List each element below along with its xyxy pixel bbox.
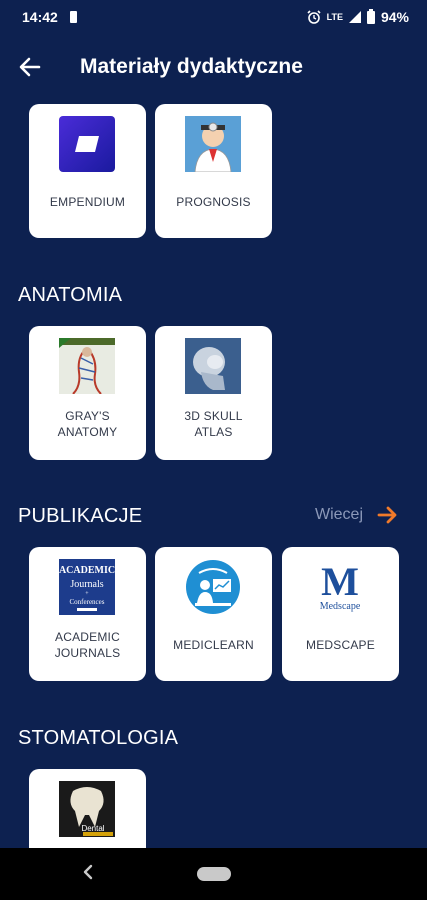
tile-label-line2: JOURNALS xyxy=(54,646,121,660)
medscape-logo-icon: M Medscape xyxy=(312,559,368,615)
tile-label: ACADEMIC JOURNALS xyxy=(33,629,142,661)
alarm-icon xyxy=(307,10,321,24)
back-button[interactable] xyxy=(0,39,60,95)
page-title: Materiały dydaktyczne xyxy=(80,55,303,78)
logo-text-conferences: Conferences xyxy=(70,598,105,606)
battery-percent: 94% xyxy=(380,9,409,25)
status-time: 14:42 xyxy=(22,9,58,25)
tile-3d-skull-atlas[interactable]: 3D SKULL ATLAS xyxy=(155,326,272,460)
nav-home-button[interactable] xyxy=(196,867,231,881)
tile-label: EMPENDIUM xyxy=(49,195,126,209)
network-label: LTE xyxy=(326,11,343,22)
logo-letter-m: M xyxy=(321,559,359,604)
more-link[interactable]: Wiecej xyxy=(315,506,397,524)
tile-dental[interactable]: Dental xyxy=(29,769,146,848)
empendium-logo-icon xyxy=(59,116,115,172)
tile-label-line1: 3D SKULL xyxy=(184,409,243,423)
section-title-anatomia: ANATOMIA xyxy=(18,284,123,306)
tile-label-line1: GRAY'S xyxy=(65,409,110,423)
prognosis-doctor-icon xyxy=(185,116,241,172)
battery-icon xyxy=(366,8,375,24)
tile-prognosis[interactable]: PROGNOSIS xyxy=(155,104,272,238)
mediclearn-logo-icon xyxy=(186,560,240,614)
tile-label-line1: ACADEMIC xyxy=(55,630,120,644)
dental-tooth-icon: Dental xyxy=(59,781,115,837)
status-bar: 14:42 LTE 94% xyxy=(0,0,427,34)
tile-label: MEDSCAPE xyxy=(306,638,375,652)
nav-back-icon[interactable] xyxy=(82,862,94,882)
tile-label: MEDICLEARN xyxy=(173,638,254,652)
arrow-left-icon xyxy=(19,57,41,77)
tile-label-line2: ANATOMY xyxy=(57,425,118,439)
logo-text-dental: Dental xyxy=(81,824,104,833)
logo-text-journals: Journals xyxy=(70,579,103,590)
tile-mediclearn[interactable]: MEDICLEARN xyxy=(155,547,272,681)
logo-text-medscape: Medscape xyxy=(320,601,361,612)
logo-text-academic: ACADEMIC xyxy=(59,565,115,576)
grays-anatomy-cover-icon xyxy=(59,338,115,394)
tile-grays-anatomy[interactable]: GRAY'S ANATOMY xyxy=(29,326,146,460)
toolbar: Materiały dydaktyczne xyxy=(0,34,427,100)
arrow-right-icon xyxy=(377,506,397,524)
tile-label: GRAY'S ANATOMY xyxy=(33,408,142,440)
tile-medscape[interactable]: M Medscape MEDSCAPE xyxy=(282,547,399,681)
tile-label: PROGNOSIS xyxy=(176,195,251,209)
tile-label-line2: ATLAS xyxy=(194,425,233,439)
more-label: Wiecej xyxy=(314,506,363,523)
skull-xray-icon xyxy=(185,338,241,394)
section-title-publikacje: PUBLIKACJE xyxy=(18,505,143,527)
tile-empendium[interactable]: EMPENDIUM xyxy=(29,104,146,238)
sim-icon xyxy=(69,11,77,23)
section-title-stomatologia: STOMATOLOGIA xyxy=(18,727,179,749)
tile-academic-journals[interactable]: ACADEMIC Journals + Conferences ACADEMIC… xyxy=(29,547,146,681)
signal-icon xyxy=(348,11,361,23)
academic-journals-logo-icon: ACADEMIC Journals + Conferences xyxy=(59,559,115,615)
tile-label: 3D SKULL ATLAS xyxy=(159,408,268,440)
system-nav-bar xyxy=(0,848,427,900)
